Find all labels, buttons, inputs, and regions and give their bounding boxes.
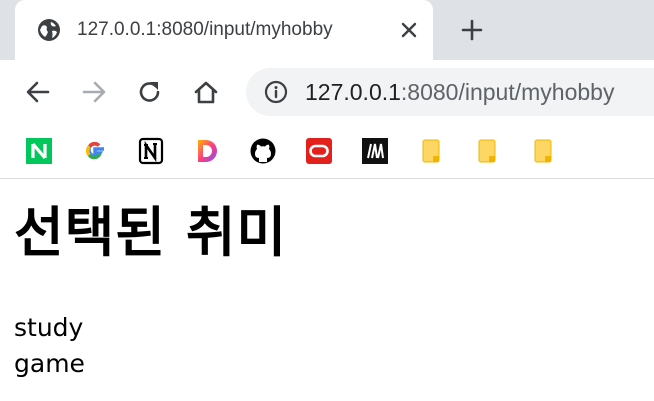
plus-icon	[461, 19, 483, 41]
address-bar[interactable]: 127.0.0.1:8080/input/myhobby	[246, 68, 654, 116]
url-host: 127.0.0.1	[305, 79, 401, 105]
tab-strip: 127.0.0.1:8080/input/myhobby	[0, 0, 654, 60]
notion-icon[interactable]	[136, 136, 166, 166]
back-button[interactable]	[22, 76, 54, 108]
folder-icon[interactable]	[472, 136, 502, 166]
page-content: 선택된 취미 study game	[0, 179, 654, 401]
tab-title: 127.0.0.1:8080/input/myhobby	[77, 19, 333, 40]
reload-icon	[139, 82, 160, 102]
folder-icon[interactable]	[528, 136, 558, 166]
url-text: 127.0.0.1:8080/input/myhobby	[305, 78, 614, 106]
info-icon[interactable]	[264, 80, 288, 104]
hobby-item: game	[14, 349, 85, 378]
folder-icon[interactable]	[416, 136, 446, 166]
hobby-item: study	[14, 313, 84, 342]
browser-tab[interactable]: 127.0.0.1:8080/input/myhobby	[15, 0, 433, 60]
globe-icon	[37, 18, 61, 42]
google-icon[interactable]	[80, 136, 110, 166]
github-icon[interactable]	[248, 136, 278, 166]
home-button[interactable]	[190, 76, 222, 108]
page-title: 선택된 취미	[14, 201, 288, 264]
naver-icon[interactable]	[24, 136, 54, 166]
close-icon[interactable]	[397, 18, 421, 42]
reload-button[interactable]	[134, 76, 166, 108]
new-tab-button[interactable]	[458, 16, 486, 44]
oracle-icon[interactable]	[304, 136, 334, 166]
arrow-left-icon	[26, 81, 50, 103]
d-icon[interactable]	[192, 136, 222, 166]
home-icon	[194, 81, 218, 104]
url-path: :8080/input/myhobby	[400, 79, 615, 105]
bookmarks-bar	[0, 124, 654, 179]
arrow-right-icon	[82, 81, 106, 103]
m-icon[interactable]	[360, 136, 390, 166]
forward-button[interactable]	[78, 76, 110, 108]
browser-toolbar: 127.0.0.1:8080/input/myhobby	[0, 60, 654, 124]
